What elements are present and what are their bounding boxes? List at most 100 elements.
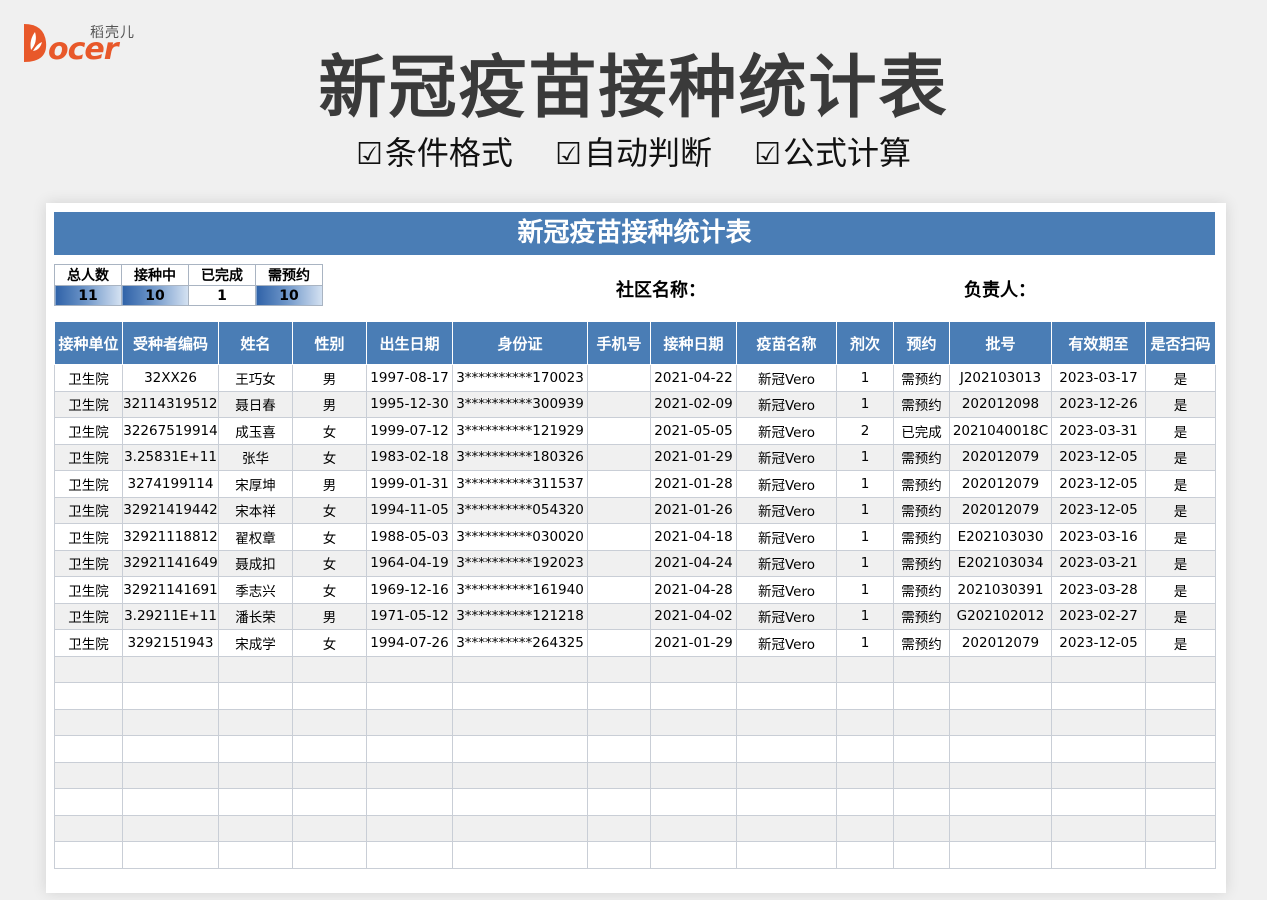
table-cell[interactable]: 需预约 xyxy=(893,523,950,551)
empty-cell[interactable] xyxy=(587,708,651,736)
empty-cell[interactable] xyxy=(736,655,837,683)
table-cell[interactable]: 王巧女 xyxy=(218,364,293,392)
table-cell[interactable]: 是 xyxy=(1145,629,1216,657)
empty-cell[interactable] xyxy=(1051,682,1146,710)
empty-cell[interactable] xyxy=(122,788,219,816)
column-header[interactable]: 是否扫码 xyxy=(1145,321,1216,365)
empty-cell[interactable] xyxy=(836,788,894,816)
empty-cell[interactable] xyxy=(54,814,123,842)
empty-cell[interactable] xyxy=(949,761,1052,789)
empty-cell[interactable] xyxy=(1145,788,1216,816)
table-cell[interactable]: 1 xyxy=(836,390,894,418)
table-cell[interactable]: 新冠Vero xyxy=(736,576,837,604)
empty-cell[interactable] xyxy=(1145,735,1216,763)
empty-cell[interactable] xyxy=(836,708,894,736)
summary-completed-value[interactable]: 1 xyxy=(188,285,256,306)
table-cell[interactable]: J202103013 xyxy=(949,364,1052,392)
table-cell[interactable] xyxy=(587,417,651,445)
empty-cell[interactable] xyxy=(292,841,367,869)
table-cell[interactable]: 2021-05-05 xyxy=(650,417,737,445)
table-cell[interactable]: 3274199114 xyxy=(122,470,219,498)
empty-cell[interactable] xyxy=(836,814,894,842)
empty-cell[interactable] xyxy=(122,761,219,789)
table-cell[interactable]: 2021-04-02 xyxy=(650,602,737,630)
table-cell[interactable]: 潘长荣 xyxy=(218,602,293,630)
empty-cell[interactable] xyxy=(1145,682,1216,710)
empty-cell[interactable] xyxy=(122,735,219,763)
table-cell[interactable]: 1964-04-19 xyxy=(366,549,453,577)
table-cell[interactable]: 聂成扣 xyxy=(218,549,293,577)
table-cell[interactable]: 3**********121929 xyxy=(452,417,588,445)
empty-cell[interactable] xyxy=(452,708,588,736)
table-cell[interactable]: 新冠Vero xyxy=(736,417,837,445)
summary-header[interactable]: 需预约 xyxy=(255,264,323,286)
column-header[interactable]: 预约 xyxy=(893,321,950,365)
table-cell[interactable]: 卫生院 xyxy=(54,417,123,445)
empty-cell[interactable] xyxy=(893,735,950,763)
table-cell[interactable]: 是 xyxy=(1145,602,1216,630)
table-cell[interactable]: 2021040018C xyxy=(949,417,1052,445)
empty-cell[interactable] xyxy=(736,788,837,816)
table-cell[interactable]: 卫生院 xyxy=(54,364,123,392)
empty-cell[interactable] xyxy=(650,761,737,789)
table-cell[interactable]: 2021-04-28 xyxy=(650,576,737,604)
table-cell[interactable]: 3**********161940 xyxy=(452,576,588,604)
empty-cell[interactable] xyxy=(452,682,588,710)
table-cell[interactable] xyxy=(587,602,651,630)
empty-cell[interactable] xyxy=(736,682,837,710)
empty-cell[interactable] xyxy=(1145,708,1216,736)
empty-cell[interactable] xyxy=(366,788,453,816)
empty-cell[interactable] xyxy=(1051,841,1146,869)
table-cell[interactable]: 32921141691 xyxy=(122,576,219,604)
column-header[interactable]: 受种者编码 xyxy=(122,321,219,365)
empty-cell[interactable] xyxy=(54,682,123,710)
empty-cell[interactable] xyxy=(122,708,219,736)
empty-cell[interactable] xyxy=(366,655,453,683)
table-cell[interactable]: 1 xyxy=(836,576,894,604)
table-cell[interactable]: 2023-12-26 xyxy=(1051,390,1146,418)
empty-cell[interactable] xyxy=(1145,761,1216,789)
table-cell[interactable]: 需预约 xyxy=(893,602,950,630)
table-cell[interactable]: 女 xyxy=(292,629,367,657)
table-cell[interactable] xyxy=(587,496,651,524)
table-cell[interactable]: 32921118812 xyxy=(122,523,219,551)
empty-cell[interactable] xyxy=(218,655,293,683)
empty-cell[interactable] xyxy=(452,761,588,789)
table-cell[interactable]: 2023-03-28 xyxy=(1051,576,1146,604)
empty-cell[interactable] xyxy=(1051,735,1146,763)
empty-cell[interactable] xyxy=(736,735,837,763)
table-cell[interactable]: 2021-04-24 xyxy=(650,549,737,577)
empty-cell[interactable] xyxy=(736,814,837,842)
table-cell[interactable]: 卫生院 xyxy=(54,496,123,524)
table-cell[interactable]: 需预约 xyxy=(893,470,950,498)
table-cell[interactable]: 卫生院 xyxy=(54,549,123,577)
table-cell[interactable]: 宋成学 xyxy=(218,629,293,657)
table-cell[interactable]: 3292151943 xyxy=(122,629,219,657)
table-cell[interactable]: 1999-07-12 xyxy=(366,417,453,445)
empty-cell[interactable] xyxy=(1051,761,1146,789)
empty-cell[interactable] xyxy=(736,708,837,736)
empty-cell[interactable] xyxy=(1145,655,1216,683)
table-cell[interactable]: G202102012 xyxy=(949,602,1052,630)
table-cell[interactable] xyxy=(587,470,651,498)
empty-cell[interactable] xyxy=(54,655,123,683)
empty-cell[interactable] xyxy=(218,841,293,869)
table-cell[interactable]: 卫生院 xyxy=(54,602,123,630)
table-cell[interactable]: 321143195126 xyxy=(122,390,219,418)
empty-cell[interactable] xyxy=(650,682,737,710)
table-cell[interactable]: 男 xyxy=(292,390,367,418)
summary-header[interactable]: 已完成 xyxy=(188,264,256,286)
table-cell[interactable]: 2021-01-26 xyxy=(650,496,737,524)
empty-cell[interactable] xyxy=(122,841,219,869)
table-cell[interactable]: 1 xyxy=(836,443,894,471)
table-cell[interactable]: E202103034 xyxy=(949,549,1052,577)
table-cell[interactable]: 2 xyxy=(836,417,894,445)
table-cell[interactable]: 卫生院 xyxy=(54,443,123,471)
empty-cell[interactable] xyxy=(587,788,651,816)
empty-cell[interactable] xyxy=(292,788,367,816)
table-cell[interactable]: 2023-02-27 xyxy=(1051,602,1146,630)
table-cell[interactable]: 1 xyxy=(836,629,894,657)
table-cell[interactable] xyxy=(587,523,651,551)
empty-cell[interactable] xyxy=(893,841,950,869)
table-cell[interactable]: 1988-05-03 xyxy=(366,523,453,551)
